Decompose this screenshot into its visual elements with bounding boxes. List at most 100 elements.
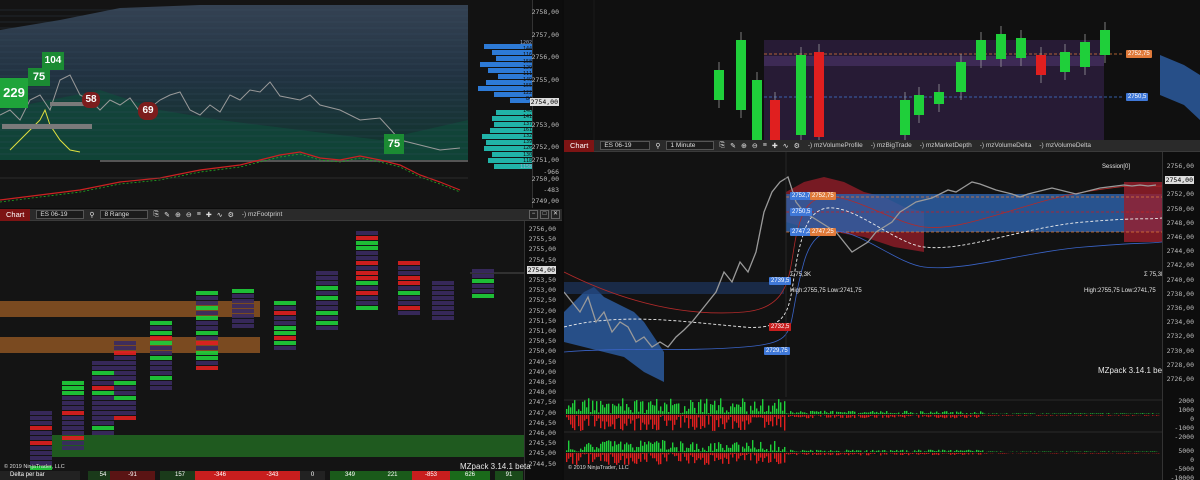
- search-icon[interactable]: ⚲: [89, 211, 94, 219]
- chart-tab[interactable]: Chart: [564, 140, 594, 152]
- delta-bar: [886, 411, 887, 414]
- cum-delta-bar: [968, 450, 969, 452]
- indicators-icon[interactable]: ∿: [217, 211, 223, 219]
- delta-bar: [836, 412, 837, 414]
- axis-tick: 2745,00: [529, 449, 556, 457]
- strategies-icon[interactable]: ⚙: [228, 211, 234, 219]
- delta-bar: [802, 415, 803, 417]
- delta-bar: [960, 415, 961, 417]
- delta-bar: [626, 415, 627, 426]
- cum-delta-bar: [606, 453, 607, 462]
- footprint-chart-window[interactable]: Chart ES 06-19 ⚲ 8 Range ⎘ ✎ ⊕ ⊖ ≡ ✚ ∿ ⚙…: [0, 209, 562, 480]
- footprint-cell: [30, 421, 52, 425]
- indicator-label[interactable]: -) mzMarketDepth: [920, 142, 972, 149]
- delta-bar: [1108, 415, 1109, 416]
- indicator-label[interactable]: -) mzVolumeDelta: [980, 142, 1032, 149]
- draw-tool-icon[interactable]: ✎: [164, 211, 170, 219]
- cum-delta-bar: [802, 453, 803, 454]
- interval-selector[interactable]: 8 Range: [100, 210, 148, 219]
- indicators-icon[interactable]: ∿: [783, 142, 789, 150]
- minute-price-axis[interactable]: 2756,00 2754,00 2752,00 2750,00 2748,00 2746,…: [1162, 152, 1200, 480]
- indicator-label[interactable]: -) mzFootprint: [242, 211, 282, 218]
- cum-delta-bar: [722, 453, 723, 464]
- delta-bar: [618, 415, 619, 418]
- chart-tab[interactable]: Chart: [0, 209, 30, 221]
- close-icon[interactable]: ✕: [551, 210, 560, 219]
- footprint-price-axis[interactable]: 2756,00 2755,50 2755,00 2754,50 2754,00 2753,…: [524, 221, 562, 480]
- delta-bar: [636, 415, 637, 419]
- cum-delta-bar: [584, 447, 585, 452]
- cum-delta-bar: [780, 451, 781, 452]
- delta-bar: [608, 415, 609, 427]
- delta-per-bar-cell: -346: [195, 471, 245, 480]
- axis-tick: 2747,50: [529, 398, 556, 406]
- axis-tick: 2749,00: [532, 197, 559, 205]
- top-left-chart-panel[interactable]: 229 75 104 58 69 75 1202 144 116 158 129 111 1…: [0, 0, 562, 208]
- delta-bar: [930, 412, 931, 414]
- delta-bar: [606, 404, 607, 414]
- cum-delta-bar: [948, 453, 949, 454]
- search-icon[interactable]: ⚲: [655, 142, 660, 150]
- zoom-in-icon[interactable]: ⊕: [175, 211, 181, 219]
- crosshair-icon[interactable]: ✚: [206, 211, 212, 219]
- delta-bar: [638, 412, 639, 414]
- top-left-price-axis[interactable]: 2758,00 2757,00 2756,00 2755,00 2754,00 …: [532, 0, 562, 208]
- cum-delta-bar: [1098, 453, 1099, 454]
- delta-bar: [792, 415, 793, 416]
- delta-bar: [1032, 413, 1033, 414]
- delta-bar: [820, 415, 821, 417]
- cum-delta-bar: [884, 450, 885, 452]
- top-right-chart-panel[interactable]: 2752,75 2750,5: [564, 0, 1200, 140]
- cum-delta-bar: [700, 453, 701, 460]
- instrument-selector[interactable]: ES 06-19: [36, 210, 84, 219]
- indicator-label[interactable]: -) mzBigTrade: [871, 142, 912, 149]
- cum-delta-bar: [804, 453, 805, 454]
- axis-tick: 2754,00: [530, 98, 559, 106]
- interval-selector[interactable]: 1 Minute: [666, 141, 714, 150]
- delta-bar: [582, 402, 583, 414]
- cum-delta-bar: [936, 453, 937, 454]
- crosshair-icon[interactable]: ✚: [772, 142, 778, 150]
- footprint-cell: [114, 346, 136, 350]
- footprint-cell: [356, 231, 378, 235]
- cum-delta-bar: [590, 445, 591, 452]
- delta-bar: [744, 415, 745, 430]
- delta-bar: [1092, 413, 1093, 414]
- maximize-icon[interactable]: □: [540, 210, 549, 219]
- footprint-cell: [62, 381, 84, 385]
- bar-style-icon[interactable]: ⎘: [153, 211, 159, 219]
- minimize-icon[interactable]: −: [529, 210, 538, 219]
- delta-bar: [1142, 413, 1143, 414]
- strategies-icon[interactable]: ⚙: [794, 142, 800, 150]
- delta-bar: [936, 415, 937, 418]
- minute-price-plot: [564, 152, 1162, 480]
- cum-delta-bar: [574, 450, 575, 452]
- footprint-cell: [316, 296, 338, 300]
- delta-bar: [846, 413, 847, 414]
- cum-delta-bar: [798, 453, 799, 454]
- delta-bar: [846, 415, 847, 418]
- indicator-label[interactable]: -) mzVolumeProfile: [808, 142, 863, 149]
- minute-chart-window[interactable]: Chart ES 06-19 ⚲ 1 Minute ⎘ ✎ ⊕ ⊖ ≡ ✚ ∿ …: [564, 140, 1200, 480]
- zoom-out-icon[interactable]: ⊖: [186, 211, 192, 219]
- cum-delta-axis-tick: 5000: [1178, 447, 1194, 455]
- cum-delta-bar: [730, 448, 731, 452]
- properties-icon[interactable]: ≡: [763, 142, 767, 149]
- zoom-out-icon[interactable]: ⊖: [752, 142, 758, 150]
- instrument-selector[interactable]: ES 06-19: [600, 141, 650, 150]
- cum-delta-bar: [666, 453, 667, 461]
- footprint-cell: [472, 289, 494, 293]
- cum-delta-bar: [1022, 451, 1023, 452]
- cum-delta-bar: [676, 453, 677, 456]
- delta-bar: [684, 406, 685, 414]
- delta-bar: [578, 415, 579, 426]
- bar-style-icon[interactable]: ⎘: [719, 142, 725, 150]
- draw-tool-icon[interactable]: ✎: [730, 142, 736, 150]
- delta-bar: [772, 406, 773, 414]
- indicator-label[interactable]: -) mzVolumeDelta: [1039, 142, 1091, 149]
- cum-delta-bar: [750, 453, 751, 460]
- properties-icon[interactable]: ≡: [197, 211, 201, 218]
- zoom-in-icon[interactable]: ⊕: [741, 142, 747, 150]
- axis-tick: 2751,00: [532, 156, 559, 164]
- cum-delta-bar: [578, 453, 579, 461]
